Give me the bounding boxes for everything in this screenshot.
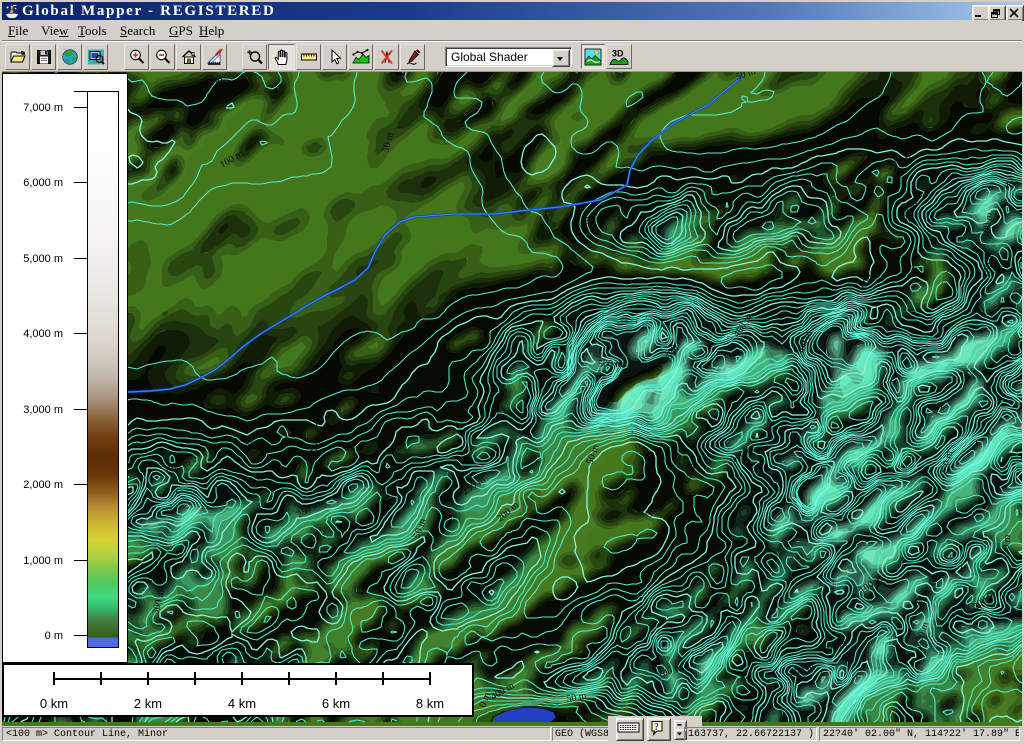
- svg-text:50 m: 50 m: [585, 216, 606, 227]
- svg-text:3D: 3D: [612, 48, 624, 58]
- svg-text:400 m: 400 m: [1004, 180, 1022, 191]
- svg-text:150 m: 150 m: [1000, 534, 1013, 560]
- svg-text:?: ?: [654, 722, 659, 733]
- svg-text:500 m: 500 m: [598, 359, 624, 370]
